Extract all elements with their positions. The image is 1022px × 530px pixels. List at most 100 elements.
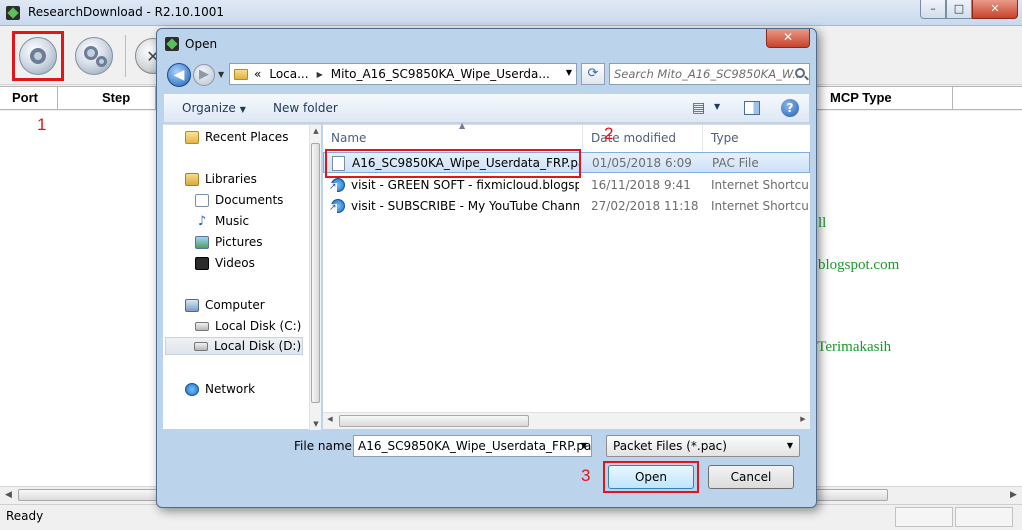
internet-shortcut-icon bbox=[329, 199, 345, 213]
navigation-pane: Recent Places Libraries Documents ♪ Music… bbox=[163, 124, 321, 430]
scroll-up-icon[interactable]: ▲ bbox=[310, 127, 322, 135]
scroll-thumb[interactable] bbox=[339, 415, 529, 427]
file-date: 01/05/2018 6:09 bbox=[592, 156, 692, 170]
nav-libraries[interactable]: Libraries bbox=[185, 170, 257, 188]
nav-label: Pictures bbox=[215, 235, 263, 249]
nav-local-disk-d[interactable]: Local Disk (D:) bbox=[165, 337, 303, 355]
address-segment[interactable]: Mito_A16_SC9850KA_Wipe_Userda... bbox=[331, 67, 550, 81]
scroll-left-icon[interactable]: ◀ bbox=[1, 489, 16, 502]
recent-pages-dropdown-icon[interactable]: ▼ bbox=[218, 70, 224, 79]
toolbar-separator bbox=[125, 35, 126, 77]
file-list-scrollbar[interactable]: ◀ ▶ bbox=[323, 412, 810, 429]
file-row[interactable]: visit - GREEN SOFT - fixmicloud.blogspot… bbox=[323, 175, 810, 196]
cancel-button[interactable]: Cancel bbox=[708, 465, 794, 489]
chevron-down-icon[interactable]: ▼ bbox=[577, 436, 591, 456]
help-icon[interactable]: ? bbox=[781, 99, 799, 117]
minimize-button[interactable]: – bbox=[920, 0, 946, 19]
nav-local-disk-c[interactable]: Local Disk (C:) bbox=[195, 317, 301, 335]
pictures-icon bbox=[195, 235, 209, 249]
drive-icon bbox=[194, 341, 208, 351]
file-name-label: File name: bbox=[294, 439, 356, 453]
forward-button[interactable]: ▶ bbox=[193, 64, 215, 86]
column-date-modified[interactable]: Date modified bbox=[583, 125, 703, 151]
scroll-left-icon[interactable]: ◀ bbox=[324, 415, 336, 423]
nav-label: Documents bbox=[215, 193, 284, 207]
nav-pictures[interactable]: Pictures bbox=[195, 233, 263, 251]
status-cell bbox=[895, 507, 953, 527]
recent-places-icon bbox=[185, 130, 199, 144]
sort-ascending-icon: ▲ bbox=[459, 121, 466, 130]
nav-label: Libraries bbox=[205, 172, 257, 186]
settings-button[interactable] bbox=[68, 31, 120, 81]
command-bar: Organize▼ New folder ▼ ? bbox=[163, 93, 810, 123]
column-name-label: Name bbox=[331, 131, 367, 145]
internet-shortcut-icon bbox=[329, 178, 345, 192]
libraries-icon bbox=[185, 172, 199, 186]
chevron-down-icon[interactable]: ▼ bbox=[566, 68, 572, 77]
nav-videos[interactable]: Videos bbox=[195, 254, 255, 272]
drive-icon bbox=[195, 321, 209, 331]
file-type-select[interactable]: Packet Files (*.pac) ▼ bbox=[606, 435, 800, 457]
column-step[interactable]: Step bbox=[58, 87, 156, 109]
column-type[interactable]: Type bbox=[703, 125, 810, 151]
status-cells bbox=[895, 507, 1013, 527]
chevron-down-icon: ▼ bbox=[239, 105, 246, 114]
search-input[interactable]: Search Mito_A16_SC9850KA_W... bbox=[609, 63, 810, 85]
organize-menu[interactable]: Organize ▼ bbox=[182, 101, 246, 115]
file-type: PAC File bbox=[712, 156, 759, 170]
back-button[interactable]: ◀ bbox=[167, 63, 191, 87]
chevron-down-icon[interactable]: ▼ bbox=[714, 102, 720, 111]
column-mcp-type[interactable]: MCP Type bbox=[818, 87, 953, 109]
new-folder-button[interactable]: New folder bbox=[273, 101, 338, 115]
nav-computer[interactable]: Computer bbox=[185, 296, 265, 314]
nav-recent-places[interactable]: Recent Places bbox=[185, 128, 288, 146]
file-name-input[interactable]: A16_SC9850KA_Wipe_Userdata_FRP.pac bbox=[353, 435, 592, 457]
highlight-box bbox=[325, 149, 581, 178]
scroll-right-icon[interactable]: ▶ bbox=[797, 415, 809, 423]
address-prefix[interactable]: « bbox=[254, 67, 261, 81]
scroll-down-icon[interactable]: ▼ bbox=[310, 420, 322, 428]
file-name: visit - GREEN SOFT - fixmicloud.blogspot… bbox=[351, 178, 579, 192]
address-segment[interactable]: Loca... bbox=[269, 67, 308, 81]
file-name: visit - SUBSCRIBE - My YouTube Channel bbox=[351, 199, 579, 213]
refresh-button[interactable]: ⟳ bbox=[581, 63, 605, 85]
nav-label: Recent Places bbox=[205, 130, 289, 144]
load-packet-button[interactable] bbox=[12, 31, 64, 81]
app-title-bar: ResearchDownload - R2.10.1001 – □ ✕ bbox=[0, 0, 1022, 26]
chevron-right-icon[interactable]: ▶ bbox=[317, 70, 323, 79]
organize-label: Organize bbox=[182, 101, 236, 115]
step-marker-3: 3 bbox=[581, 466, 591, 485]
gear-icon bbox=[19, 37, 57, 75]
scroll-thumb[interactable] bbox=[311, 143, 320, 403]
folder-icon bbox=[234, 68, 248, 80]
nav-network[interactable]: Network bbox=[185, 380, 255, 398]
preview-pane-icon[interactable] bbox=[744, 101, 760, 115]
gears-icon bbox=[75, 37, 113, 75]
dialog-title: Open bbox=[185, 37, 218, 51]
column-port[interactable]: Port bbox=[0, 87, 58, 109]
address-bar[interactable]: « Loca... ▶ Mito_A16_SC9850KA_Wipe_Userd… bbox=[229, 63, 577, 85]
videos-icon bbox=[195, 256, 209, 270]
nav-music[interactable]: ♪ Music bbox=[195, 212, 249, 230]
step-marker-1: 1 bbox=[37, 115, 47, 134]
nav-label: Music bbox=[215, 214, 250, 228]
file-type-value: Packet Files (*.pac) bbox=[613, 439, 727, 453]
file-row[interactable]: visit - SUBSCRIBE - My YouTube Channel 2… bbox=[323, 196, 810, 217]
window-controls: – □ ✕ bbox=[920, 0, 1018, 19]
column-type-label: Type bbox=[711, 131, 739, 145]
nav-label: Computer bbox=[205, 298, 265, 312]
column-name[interactable]: Name bbox=[323, 125, 583, 151]
dialog-close-button[interactable]: ✕ bbox=[766, 29, 810, 48]
view-options-icon[interactable] bbox=[692, 100, 710, 116]
nav-label: Network bbox=[205, 382, 256, 396]
open-button[interactable]: Open bbox=[608, 465, 694, 489]
app-title: ResearchDownload - R2.10.1001 bbox=[28, 5, 225, 19]
nav-label: Local Disk (C:) bbox=[215, 319, 302, 333]
search-icon bbox=[795, 68, 805, 78]
scroll-right-icon[interactable]: ▶ bbox=[1006, 489, 1021, 502]
maximize-button[interactable]: □ bbox=[946, 0, 972, 19]
address-row: ◀ ▶ ▼ « Loca... ▶ Mito_A16_SC9850KA_Wipe… bbox=[163, 61, 810, 89]
nav-scrollbar[interactable]: ▲ ▼ bbox=[309, 125, 321, 430]
close-button[interactable]: ✕ bbox=[972, 0, 1018, 19]
nav-documents[interactable]: Documents bbox=[195, 191, 283, 209]
